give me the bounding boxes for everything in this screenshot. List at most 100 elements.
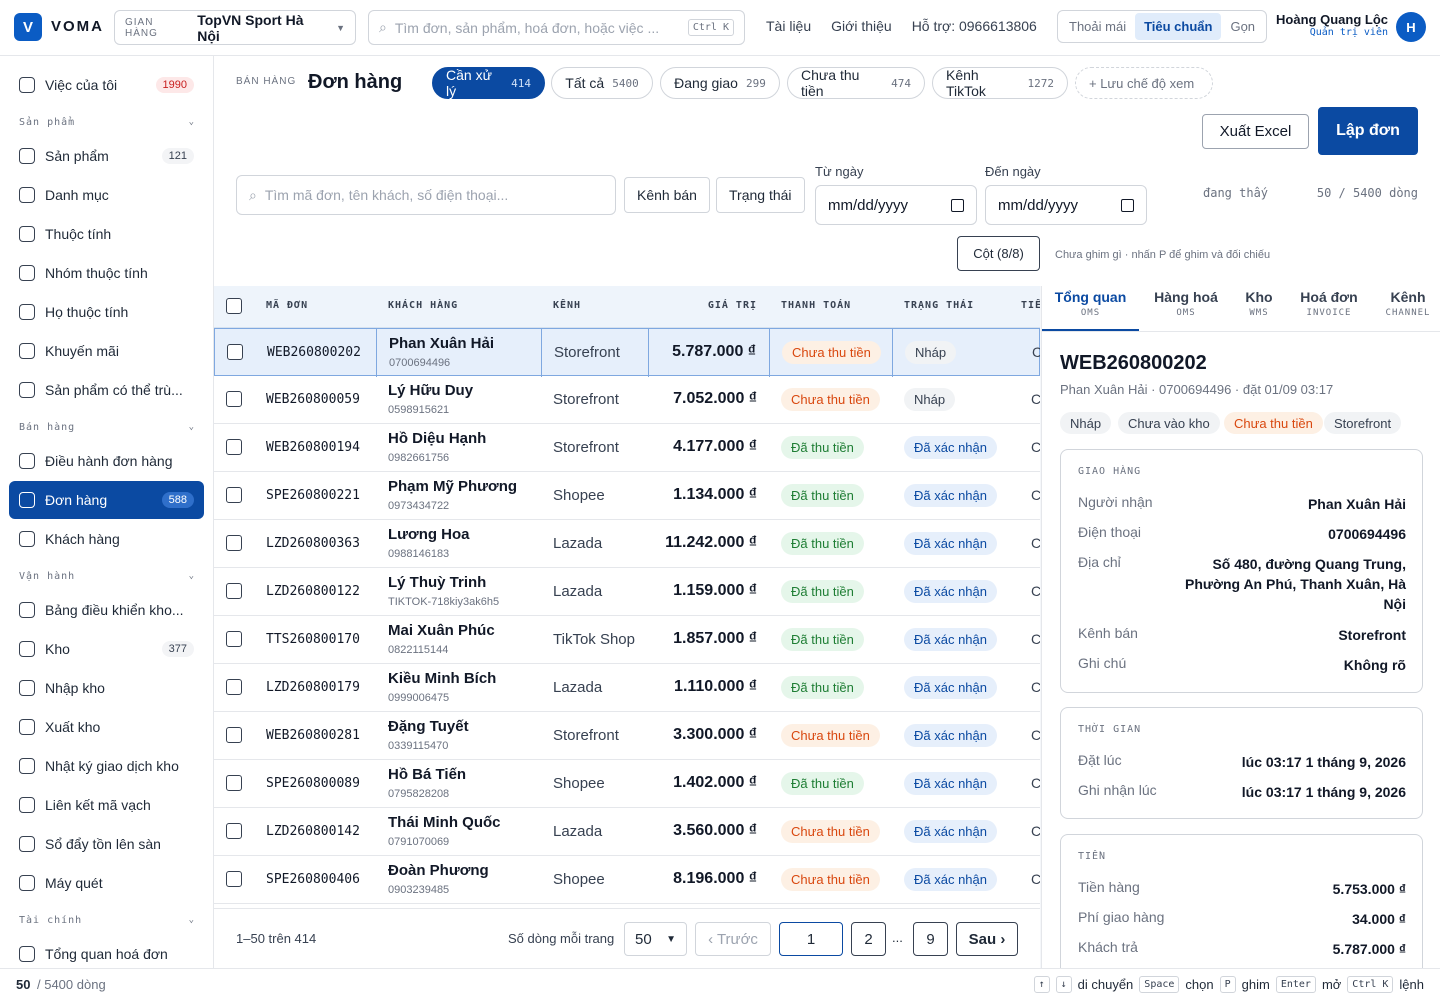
row-checkbox[interactable] xyxy=(226,439,242,455)
col-payment[interactable]: THANH TOÁN xyxy=(781,300,851,311)
row-checkbox[interactable] xyxy=(226,775,242,791)
sidebar-item-san-pham[interactable]: Sản phẩm 121 xyxy=(9,137,204,175)
table-row[interactable]: LZD260800179 Kiều Minh Bích 0999006475 Laza… xyxy=(214,664,1040,712)
tab-hang-hoa[interactable]: Hàng hoá OMS xyxy=(1145,286,1227,331)
channel: Shopee xyxy=(553,775,605,792)
col-customer[interactable]: KHÁCH HÀNG xyxy=(388,300,458,311)
save-view-button[interactable]: + Lưu chế độ xem xyxy=(1075,67,1213,99)
breadcrumb[interactable]: BÁN HÀNG xyxy=(236,76,296,87)
calendar-icon[interactable] xyxy=(951,198,964,212)
chevron-down-icon: ⌄ xyxy=(188,117,195,127)
columns-button[interactable]: Cột (8/8) xyxy=(957,236,1040,271)
col-channel[interactable]: KÊNH xyxy=(553,300,581,311)
row-checkbox[interactable] xyxy=(226,487,242,503)
table-row[interactable]: TTS260800170 Mai Xuân Phúc 0822115144 TikTo… xyxy=(214,616,1040,664)
page-9[interactable]: 9 xyxy=(913,922,948,956)
sidebar-item-khach-hang[interactable]: Khách hàng xyxy=(9,520,204,558)
sidebar-item-thuoc-tinh[interactable]: Thuộc tính xyxy=(9,215,204,253)
table-row[interactable]: SPE260800089 Hồ Bá Tiến 0795828208 Shopee 1.… xyxy=(214,760,1040,808)
sidebar-section-san-pham[interactable]: Sản phẩm ⌄ xyxy=(19,117,195,128)
detail-key: Khách trả xyxy=(1078,939,1138,955)
sidebar-item-tong-quan-hoa-don[interactable]: Tổng quan hoá đơn xyxy=(9,935,204,968)
export-excel-button[interactable]: Xuất Excel xyxy=(1202,114,1309,149)
table-row[interactable]: WEB260800281 Đặng Tuyết 0339115470 Storefro… xyxy=(214,712,1040,760)
sidebar-item-khuyen-mai[interactable]: Khuyến mãi xyxy=(9,332,204,370)
page-current[interactable]: 1 xyxy=(779,922,843,956)
sidebar-item-viec-cua-toi[interactable]: Việc của tôi 1990 xyxy=(9,66,204,104)
row-checkbox[interactable] xyxy=(226,679,242,695)
per-page-select[interactable]: 50 ▼ xyxy=(624,922,687,956)
row-checkbox[interactable] xyxy=(226,727,242,743)
sidebar-item-nhap-kho[interactable]: Nhập kho xyxy=(9,669,204,707)
row-checkbox[interactable] xyxy=(226,871,242,887)
sidebar-item-dieu-hanh-don-hang[interactable]: Điều hành đơn hàng xyxy=(9,442,204,480)
date-from-input[interactable]: mm/dd/yyyy xyxy=(815,185,977,225)
sidebar-item-danh-muc[interactable]: Danh mục xyxy=(9,176,204,214)
tab-tong-quan[interactable]: Tổng quan OMS xyxy=(1042,286,1139,331)
tab-hoa-don[interactable]: Hoá đơn INVOICE xyxy=(1291,286,1367,331)
row-checkbox[interactable] xyxy=(226,823,242,839)
order-search-input[interactable]: ⌕ Tìm mã đơn, tên khách, số điện thoại..… xyxy=(236,175,616,215)
global-search-input[interactable]: ⌕ Tìm đơn, sản phẩm, hoá đơn, hoặc việc … xyxy=(368,10,745,45)
density-thoai-mai[interactable]: Thoải mái xyxy=(1060,13,1135,40)
sidebar-item-so-day-ton-len-san[interactable]: Sổ đẩy tồn lên sàn xyxy=(9,825,204,863)
sidebar-section-tai-chinh[interactable]: Tài chính ⌄ xyxy=(19,915,195,926)
avatar[interactable]: H xyxy=(1396,12,1426,42)
sidebar-item-nhat-ky-giao-dich-kho[interactable]: Nhật ký giao dịch kho xyxy=(9,747,204,785)
tab-kho[interactable]: Kho WMS xyxy=(1235,286,1283,331)
next-page-button[interactable]: Sau › xyxy=(956,922,1018,956)
top-link-ho-tro-09666[interactable]: Hỗ trợ: 0966613806 xyxy=(912,18,1037,34)
top-link-gioi-thieu[interactable]: Giới thiệu xyxy=(831,18,892,34)
sidebar-item-nhom-thuoc-tinh[interactable]: Nhóm thuộc tính xyxy=(9,254,204,292)
date-to-input[interactable]: mm/dd/yyyy xyxy=(985,185,1147,225)
row-checkbox[interactable] xyxy=(226,583,242,599)
user-info[interactable]: Hoàng Quang Lộc Quản trị viên xyxy=(1272,13,1388,39)
table-row[interactable]: WEB260800194 Hồ Diệu Hạnh 0982661756 Storef… xyxy=(214,424,1040,472)
sidebar-item-bang-dieu-khien-kho[interactable]: Bảng điều khiển kho... xyxy=(9,591,204,629)
sidebar-item-kho[interactable]: Kho 377 xyxy=(9,630,204,668)
filter-tab-chua-thu-tien[interactable]: Chưa thu tiền 474 xyxy=(787,67,925,99)
prev-page-button[interactable]: ‹ Trước xyxy=(695,922,771,956)
col-extra[interactable]: TIẾ xyxy=(1021,300,1040,311)
sidebar-item-xuat-kho[interactable]: Xuất kho xyxy=(9,708,204,746)
table-row[interactable]: LZD260800142 Thái Minh Quốc 0791070069 Laza… xyxy=(214,808,1040,856)
sidebar-section-van-hanh[interactable]: Vận hành ⌄ xyxy=(19,571,195,582)
table-row[interactable]: SPE260800221 Phạm Mỹ Phương 0973434722 Shop… xyxy=(214,472,1040,520)
detail-row-dia-chi: Địa chỉ Số 480, đường Quang Trung, Phường… xyxy=(1078,554,1406,614)
select-all-checkbox[interactable] xyxy=(226,298,242,314)
nav-icon xyxy=(19,382,35,398)
row-checkbox[interactable] xyxy=(226,535,242,551)
col-status[interactable]: TRẠNG THÁI xyxy=(904,300,974,311)
sidebar-item-san-pham-co-the-tru[interactable]: Sản phẩm có thể trù... xyxy=(9,371,204,409)
store-select[interactable]: GIAN HÀNG TopVN Sport Hà Nội ▼ xyxy=(114,10,356,45)
filter-tab-tat-ca[interactable]: Tất cả 5400 xyxy=(551,67,653,99)
status-filter-button[interactable]: Trạng thái xyxy=(716,177,805,213)
tab-kenh[interactable]: Kênh CHANNEL xyxy=(1375,286,1440,331)
filter-tab-dang-giao[interactable]: Đang giao 299 xyxy=(660,67,780,99)
sidebar-item-don-hang[interactable]: Đơn hàng 588 xyxy=(9,481,204,519)
page-2[interactable]: 2 xyxy=(851,922,886,956)
col-value[interactable]: GIÁ TRỊ xyxy=(708,300,757,311)
top-link-tai-lieu[interactable]: Tài liệu xyxy=(766,18,811,34)
filter-tab-can-xu-ly[interactable]: Cần xử lý 414 xyxy=(432,67,545,99)
row-checkbox[interactable] xyxy=(226,391,242,407)
density-gon[interactable]: Gọn xyxy=(1221,13,1264,40)
table-row[interactable]: WEB260800202 Phan Xuân Hải 0700694496 Store… xyxy=(214,328,1040,377)
table-row[interactable]: SPE260800406 Đoàn Phương 0903239485 Shopee 8… xyxy=(214,856,1040,904)
table-row[interactable]: LZD260800122 Lý Thuỳ Trinh TIKTOK-718kiy3a… xyxy=(214,568,1040,616)
table-row[interactable]: WEB260800059 Lý Hữu Duy 0598915621 Storefro… xyxy=(214,376,1040,424)
channel-filter-button[interactable]: Kênh bán xyxy=(624,177,710,213)
row-checkbox[interactable] xyxy=(226,631,242,647)
sidebar-item-lien-ket-ma-vach[interactable]: Liên kết mã vạch xyxy=(9,786,204,824)
sidebar-item-ho-thuoc-tinh[interactable]: Họ thuộc tính xyxy=(9,293,204,331)
create-order-button[interactable]: Lập đơn xyxy=(1318,107,1418,155)
table-row[interactable]: LZD260800363 Lương Hoa 0988146183 Lazada 11.… xyxy=(214,520,1040,568)
density-tieu-chuan[interactable]: Tiêu chuẩn xyxy=(1135,13,1222,40)
col-code[interactable]: MÃ ĐƠN xyxy=(266,300,308,311)
app-logo[interactable]: V xyxy=(14,13,42,41)
sidebar-section-ban-hang[interactable]: Bán hàng ⌄ xyxy=(19,422,195,433)
calendar-icon[interactable] xyxy=(1121,198,1134,212)
filter-tab-kenh-tiktok[interactable]: Kênh TikTok 1272 xyxy=(932,67,1068,99)
sidebar-item-may-quet[interactable]: Máy quét xyxy=(9,864,204,902)
row-checkbox[interactable] xyxy=(227,344,243,360)
